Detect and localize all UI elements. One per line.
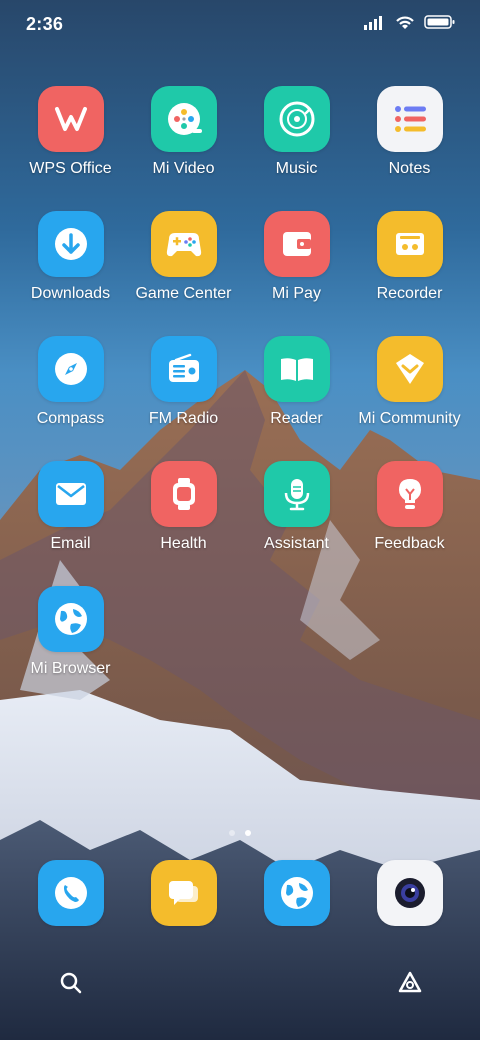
music-icon: [263, 86, 330, 152]
app-notes[interactable]: Notes: [353, 86, 466, 178]
browser-icon: [263, 860, 330, 926]
app-label: Mi Browser: [30, 660, 111, 677]
notes-icon: [376, 86, 443, 152]
wifi-icon: [396, 16, 414, 29]
mi-video-icon: [150, 86, 217, 152]
email-icon: [37, 461, 104, 527]
app-mi-community[interactable]: Mi Community: [353, 336, 466, 428]
app-label: WPS Office: [29, 160, 112, 177]
phone-icon: [37, 860, 104, 926]
wps-office-icon: [37, 86, 104, 152]
app-fm-radio[interactable]: FM Radio: [127, 336, 240, 428]
status-time: 2:36: [26, 14, 64, 34]
status-icons: [364, 14, 456, 30]
messages-icon: [150, 860, 217, 926]
fm-radio-icon: [150, 336, 217, 402]
search-icon: [60, 972, 82, 994]
assistant-icon: [263, 461, 330, 527]
mi-browser-icon: [37, 586, 104, 652]
app-mi-browser[interactable]: Mi Browser: [14, 586, 127, 678]
bottom-bar: [0, 955, 480, 1010]
app-label: Downloads: [30, 285, 111, 302]
page-dot-active[interactable]: [245, 830, 251, 836]
app-label: Assistant: [264, 535, 329, 552]
app-music[interactable]: Music: [240, 86, 353, 178]
app-downloads[interactable]: Downloads: [14, 211, 127, 303]
app-recorder[interactable]: Recorder: [353, 211, 466, 303]
dock-phone[interactable]: [14, 860, 127, 926]
app-label: Music: [275, 160, 318, 177]
game-center-icon: [150, 211, 217, 277]
app-compass[interactable]: Compass: [14, 336, 127, 428]
dock-messages[interactable]: [127, 860, 240, 926]
app-label: Game Center: [135, 285, 232, 302]
app-assistant[interactable]: Assistant: [240, 461, 353, 553]
app-feedback[interactable]: Feedback: [353, 461, 466, 553]
app-mi-video[interactable]: Mi Video: [127, 86, 240, 178]
search-button[interactable]: [55, 967, 87, 999]
signal-icon: [364, 16, 382, 30]
app-label: FM Radio: [148, 410, 219, 427]
mi-pay-icon: [263, 211, 330, 277]
page-indicator: [0, 830, 480, 836]
app-label: Email: [50, 535, 91, 552]
health-icon: [150, 461, 217, 527]
app-label: Compass: [36, 410, 105, 427]
app-mi-pay[interactable]: Mi Pay: [240, 211, 353, 303]
app-label: Feedback: [374, 535, 445, 552]
app-vault-icon: [398, 971, 422, 993]
dock: [14, 860, 466, 930]
reader-icon: [263, 336, 330, 402]
app-label: Recorder: [376, 285, 443, 302]
downloads-icon: [37, 211, 104, 277]
status-bar: 2:36: [0, 0, 480, 52]
app-label: Mi Community: [358, 410, 461, 427]
app-vault-button[interactable]: [394, 967, 426, 999]
app-health[interactable]: Health: [127, 461, 240, 553]
app-wps-office[interactable]: WPS Office: [14, 86, 127, 178]
dock-camera[interactable]: [353, 860, 466, 926]
page-dot[interactable]: [229, 830, 235, 836]
compass-icon: [37, 336, 104, 402]
app-label: Mi Pay: [272, 285, 321, 302]
battery-icon: [424, 15, 455, 29]
app-label: Notes: [388, 160, 431, 177]
camera-icon: [376, 860, 443, 926]
app-game-center[interactable]: Game Center: [127, 211, 240, 303]
dock-browser[interactable]: [240, 860, 353, 926]
app-label: Mi Video: [152, 160, 215, 177]
app-label: Reader: [270, 410, 323, 427]
app-reader[interactable]: Reader: [240, 336, 353, 428]
app-email[interactable]: Email: [14, 461, 127, 553]
recorder-icon: [376, 211, 443, 277]
mi-community-icon: [376, 336, 443, 402]
feedback-icon: [376, 461, 443, 527]
app-label: Health: [160, 535, 207, 552]
